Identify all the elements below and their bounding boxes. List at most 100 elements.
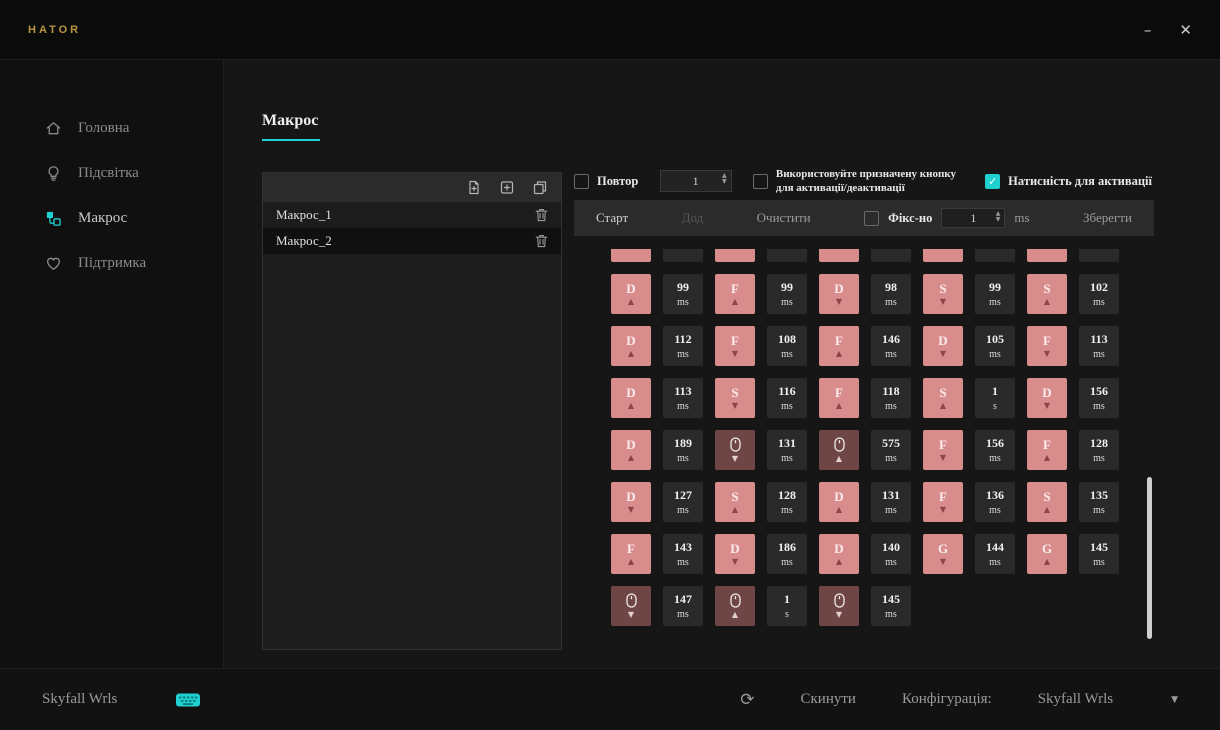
delay-cell[interactable]: 147 ms xyxy=(663,586,703,626)
fixed-value-input[interactable]: 1 ▲ ▼ xyxy=(941,208,1006,228)
trash-icon[interactable] xyxy=(535,234,548,248)
key-event-cell[interactable]: S ▼ xyxy=(923,274,963,314)
key-event-cell[interactable]: S ▲ xyxy=(923,378,963,418)
fixed-spinner[interactable]: ▲ ▼ xyxy=(996,211,1001,223)
key-event-cell[interactable]: F ▼ xyxy=(923,430,963,470)
reset-button[interactable]: Скинути xyxy=(801,691,856,708)
key-event-cell[interactable]: ▼ xyxy=(715,430,755,470)
repeat-count-input[interactable]: 1 ▲ ▼ xyxy=(659,170,732,192)
key-event-cell[interactable]: D ▲ xyxy=(611,274,651,314)
delay-cell[interactable]: 186 ms xyxy=(767,534,807,574)
spinner-down-icon[interactable]: ▼ xyxy=(722,179,727,185)
delay-cell[interactable]: 128 ms xyxy=(1079,430,1119,470)
delay-cell[interactable]: 99 ms xyxy=(663,274,703,314)
macro-list-item[interactable]: Макрос_2 xyxy=(263,228,561,254)
delay-cell[interactable]: 575 ms xyxy=(871,430,911,470)
key-cell[interactable] xyxy=(819,249,859,262)
delay-cell[interactable]: 144 ms xyxy=(975,534,1015,574)
delay-cell[interactable]: 135 ms xyxy=(1079,482,1119,522)
delay-cell[interactable]: 1s xyxy=(767,586,807,626)
sidebar-item-heart[interactable]: Підтримка xyxy=(0,241,223,286)
key-event-cell[interactable]: F ▲ xyxy=(611,534,651,574)
delay-cell[interactable]: 116 ms xyxy=(767,378,807,418)
delay-cell[interactable]: 143 ms xyxy=(663,534,703,574)
key-event-cell[interactable]: F ▲ xyxy=(819,378,859,418)
delay-cell[interactable]: 127 ms xyxy=(663,482,703,522)
delay-cell[interactable]: 105 ms xyxy=(975,326,1015,366)
repeat-checkbox[interactable] xyxy=(574,173,589,189)
delay-cell[interactable]: 156 ms xyxy=(1079,378,1119,418)
macro-list-item[interactable]: Макрос_1 xyxy=(263,202,561,228)
add-button[interactable]: Дод xyxy=(682,210,704,226)
start-button[interactable]: Старт xyxy=(596,210,628,226)
key-event-cell[interactable]: F ▲ xyxy=(715,274,755,314)
delay-cell[interactable]: 98 ms xyxy=(871,274,911,314)
key-event-cell[interactable]: F ▼ xyxy=(923,482,963,522)
delay-cell[interactable]: 140 ms xyxy=(871,534,911,574)
key-event-cell[interactable]: G ▲ xyxy=(1027,534,1067,574)
delay-cell[interactable]: 113 ms xyxy=(663,378,703,418)
key-event-cell[interactable]: D ▲ xyxy=(611,378,651,418)
key-event-cell[interactable]: S ▼ xyxy=(715,378,755,418)
delay-cell[interactable]: 136 ms xyxy=(975,482,1015,522)
key-event-cell[interactable]: D ▼ xyxy=(715,534,755,574)
close-button[interactable]: ✕ xyxy=(1179,21,1192,39)
key-event-cell[interactable]: D ▼ xyxy=(1027,378,1067,418)
key-cell[interactable] xyxy=(715,249,755,262)
press-activate-checkbox[interactable]: ✓ xyxy=(985,173,1001,189)
new-file-icon[interactable] xyxy=(467,180,481,195)
key-event-cell[interactable]: D ▼ xyxy=(923,326,963,366)
delay-cell[interactable]: 112 ms xyxy=(663,326,703,366)
key-event-cell[interactable]: ▲ xyxy=(819,430,859,470)
key-event-cell[interactable]: ▼ xyxy=(819,586,859,626)
minimize-button[interactable]: – xyxy=(1144,21,1152,39)
key-cell[interactable] xyxy=(1027,249,1067,262)
key-event-cell[interactable]: D ▲ xyxy=(819,482,859,522)
key-event-cell[interactable]: S ▲ xyxy=(715,482,755,522)
key-event-cell[interactable]: ▲ xyxy=(715,586,755,626)
key-event-cell[interactable]: D ▲ xyxy=(819,534,859,574)
trash-icon[interactable] xyxy=(535,208,548,222)
delay-cell[interactable]: 131 ms xyxy=(871,482,911,522)
key-event-cell[interactable]: F ▲ xyxy=(1027,430,1067,470)
delay-cell[interactable]: 131 ms xyxy=(767,430,807,470)
key-event-cell[interactable]: F ▼ xyxy=(715,326,755,366)
refresh-icon[interactable]: ⟳ xyxy=(740,690,754,710)
delay-cell[interactable]: 113 ms xyxy=(1079,326,1119,366)
sidebar-item-bulb[interactable]: Підсвітка xyxy=(0,151,223,196)
delay-cell[interactable]: 146 ms xyxy=(871,326,911,366)
scrollbar-thumb[interactable] xyxy=(1147,477,1152,639)
key-event-cell[interactable]: G ▼ xyxy=(923,534,963,574)
key-event-cell[interactable]: D ▼ xyxy=(611,482,651,522)
delay-cell[interactable]: 99 ms xyxy=(975,274,1015,314)
key-cell[interactable] xyxy=(611,249,651,262)
fixed-checkbox[interactable] xyxy=(864,210,880,226)
delay-cell[interactable]: 118 ms xyxy=(871,378,911,418)
config-select[interactable]: Skyfall Wrls ▼ xyxy=(1038,691,1178,708)
save-button[interactable]: Зберегти xyxy=(1083,210,1132,226)
sidebar-item-home[interactable]: Головна xyxy=(0,106,223,151)
repeat-spinner[interactable]: ▲ ▼ xyxy=(722,173,727,185)
delay-cell[interactable]: 145 ms xyxy=(1079,534,1119,574)
clear-button[interactable]: Очистити xyxy=(757,210,811,226)
add-file-icon[interactable] xyxy=(500,180,514,195)
delay-cell[interactable]: 1s xyxy=(975,378,1015,418)
key-event-cell[interactable]: D ▲ xyxy=(611,430,651,470)
copy-icon[interactable] xyxy=(533,180,547,195)
sidebar-item-macro[interactable]: Макрос xyxy=(0,196,223,241)
spinner-down-icon[interactable]: ▼ xyxy=(996,217,1001,223)
delay-cell[interactable]: 145 ms xyxy=(871,586,911,626)
key-event-cell[interactable]: D ▼ xyxy=(819,274,859,314)
key-event-cell[interactable]: F ▼ xyxy=(1027,326,1067,366)
key-cell[interactable] xyxy=(923,249,963,262)
assigned-button-checkbox[interactable] xyxy=(752,173,768,189)
delay-cell[interactable]: 156 ms xyxy=(975,430,1015,470)
delay-cell[interactable]: 189 ms xyxy=(663,430,703,470)
key-event-cell[interactable]: D ▲ xyxy=(611,326,651,366)
delay-cell[interactable]: 102 ms xyxy=(1079,274,1119,314)
delay-cell[interactable]: 128 ms xyxy=(767,482,807,522)
key-event-cell[interactable]: S ▲ xyxy=(1027,274,1067,314)
key-event-cell[interactable]: ▼ xyxy=(611,586,651,626)
key-event-cell[interactable]: F ▲ xyxy=(819,326,859,366)
delay-cell[interactable]: 99 ms xyxy=(767,274,807,314)
